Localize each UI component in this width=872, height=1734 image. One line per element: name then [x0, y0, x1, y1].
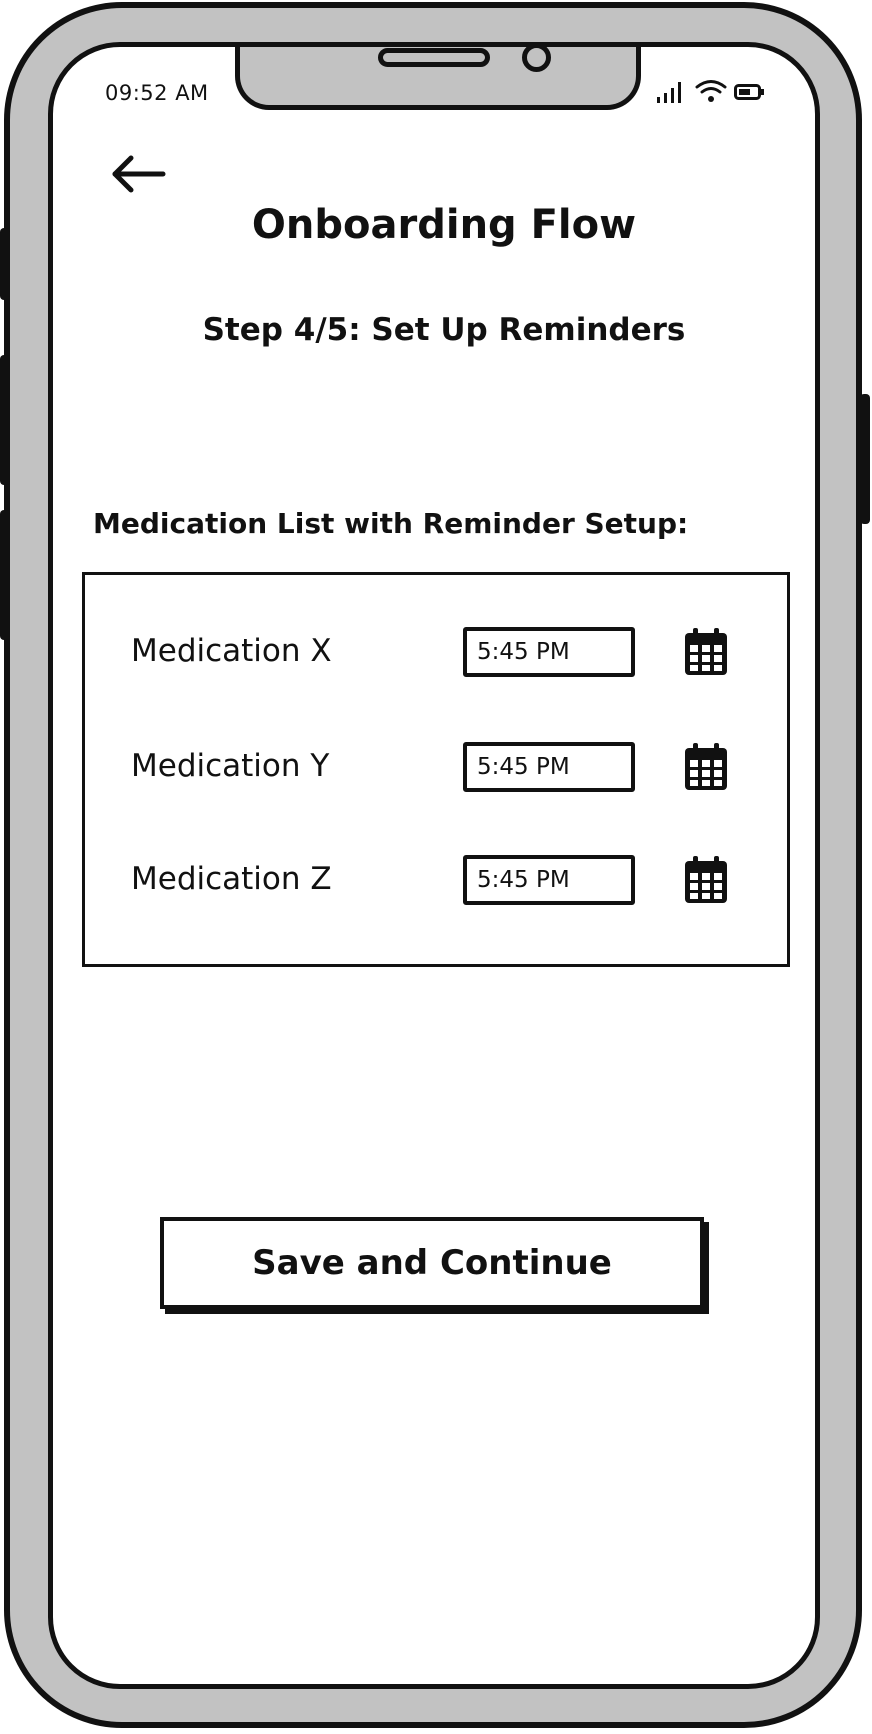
- calendar-button[interactable]: [683, 855, 729, 905]
- phone-side-button: [0, 355, 10, 485]
- wifi-icon: [695, 80, 727, 102]
- calendar-button[interactable]: [683, 627, 729, 677]
- battery-icon: [734, 84, 764, 100]
- section-label: Medication List with Reminder Setup:: [93, 507, 689, 540]
- phone-notch: [235, 47, 641, 110]
- speaker-grille: [378, 48, 490, 67]
- back-button[interactable]: [111, 152, 169, 196]
- arrow-left-icon: [112, 155, 166, 193]
- reminder-time-input[interactable]: [463, 627, 635, 677]
- medication-name: Medication X: [131, 633, 332, 669]
- step-indicator: Step 4/5: Set Up Reminders: [202, 312, 686, 348]
- calendar-icon: [685, 743, 727, 790]
- medication-row: Medication Y: [85, 740, 787, 800]
- status-icons: [656, 78, 766, 106]
- calendar-button[interactable]: [683, 742, 729, 792]
- page-title: Onboarding Flow: [251, 202, 637, 248]
- medication-name: Medication Y: [131, 748, 330, 784]
- phone-side-button: [860, 394, 870, 524]
- status-time: 09:52 AM: [105, 81, 209, 105]
- phone-side-button: [0, 510, 10, 640]
- calendar-icon: [685, 856, 727, 903]
- signal-icon: [657, 82, 681, 103]
- medication-list: Medication X 5:45 PM Medication Y 5:45 P…: [82, 572, 790, 967]
- front-camera: [522, 47, 551, 72]
- phone-side-button: [0, 228, 10, 300]
- calendar-icon: [685, 628, 727, 675]
- medication-row: Medication X: [85, 625, 787, 685]
- phone-screen: 09:52 AM Onboarding Flow Step 4/5: Set U…: [48, 42, 820, 1689]
- reminder-time-input[interactable]: [463, 855, 635, 905]
- medication-name: Medication Z: [131, 861, 332, 897]
- medication-row: Medication Z: [85, 853, 787, 913]
- reminder-time-input[interactable]: [463, 742, 635, 792]
- save-and-continue-button[interactable]: Save and Continue: [160, 1217, 704, 1309]
